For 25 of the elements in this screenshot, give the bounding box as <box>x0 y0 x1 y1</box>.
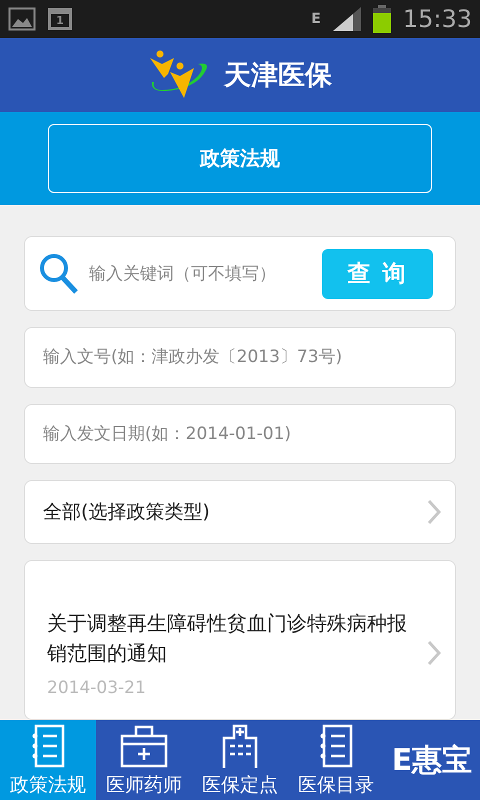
signal-icon <box>332 7 361 31</box>
brand-tab[interactable]: E惠宝 <box>384 720 480 800</box>
article-title: 关于调整再生障碍性贫血门诊特殊病种报销范围的通知 <box>47 610 408 667</box>
article-card[interactable]: 关于调整再生障碍性贫血门诊特殊病种报销范围的通知 2014-03-21 <box>24 560 456 720</box>
nav-tab[interactable]: 医师药师 <box>96 720 192 800</box>
chevron-right-icon <box>427 640 441 666</box>
input-field[interactable]: 输入发文日期(如：2014-01-01) <box>24 404 456 464</box>
nav-tab[interactable]: 医保定点 <box>192 720 288 800</box>
clock-time: 15:33 <box>402 5 472 33</box>
battery-icon <box>372 5 391 33</box>
image-icon <box>8 7 36 31</box>
notebook-icon <box>31 724 65 768</box>
policy-type-select[interactable]: 全部(选择政策类型) <box>24 480 456 544</box>
network-type: E <box>311 11 321 27</box>
article-date: 2014-03-21 <box>47 678 147 698</box>
logo-icon <box>148 50 210 100</box>
notebook-icon <box>319 724 353 768</box>
nav-tab[interactable]: 医保目录 <box>288 720 384 800</box>
input-field[interactable]: 输入文号(如：津政办发〔2013〕73号) <box>24 327 456 388</box>
medical-kit-icon <box>120 724 168 768</box>
search-icon <box>39 252 79 295</box>
calendar-icon: 1 <box>48 8 72 30</box>
hospital-icon <box>220 724 260 770</box>
chevron-right-icon <box>427 498 441 525</box>
app-title: 天津医保 <box>224 59 332 93</box>
